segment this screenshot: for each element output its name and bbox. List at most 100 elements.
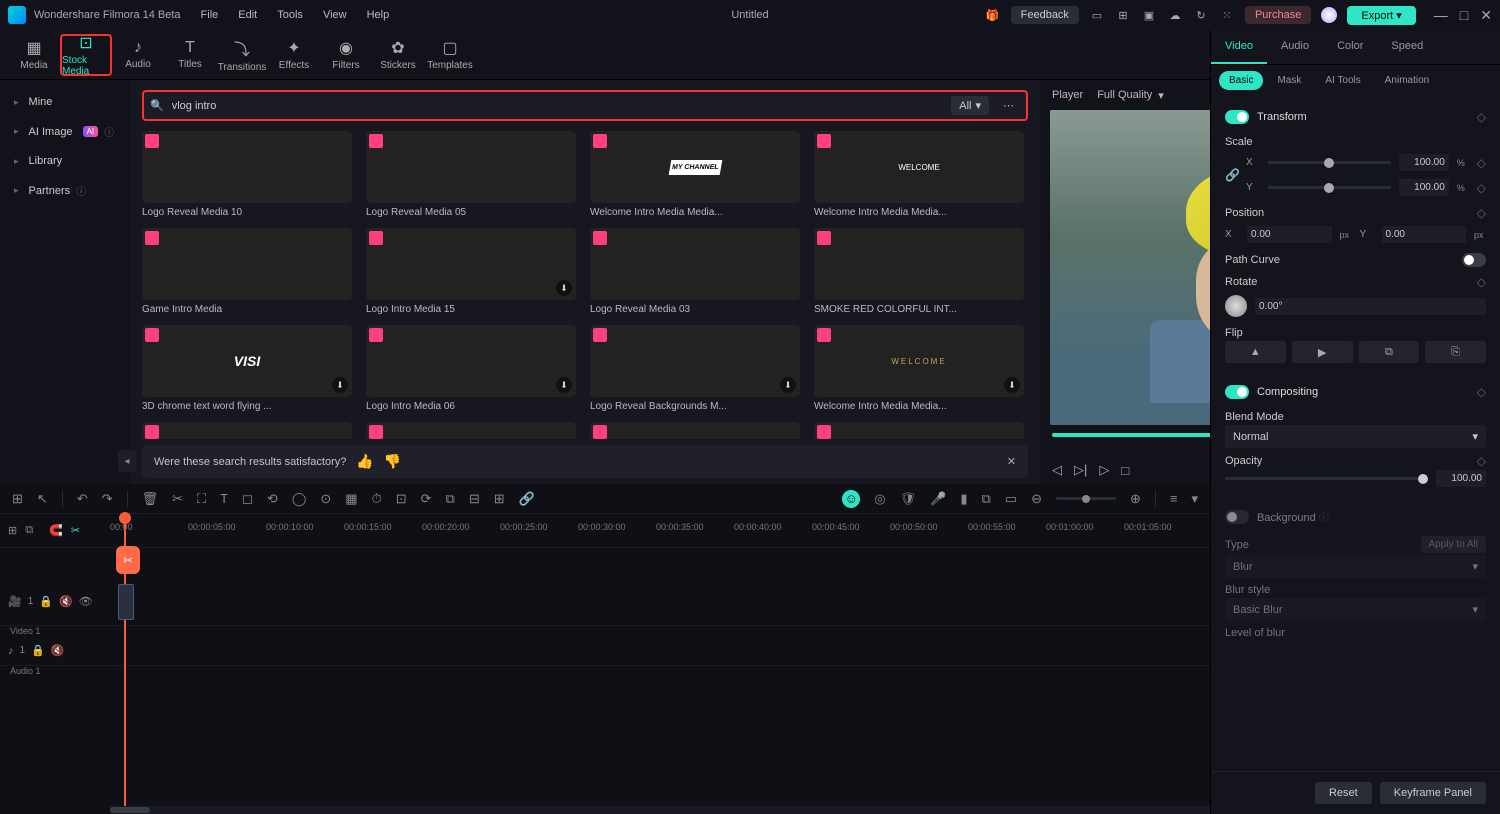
thumbs-down-icon[interactable]: 👎 — [384, 453, 401, 470]
apps-icon[interactable]: ⁙ — [1219, 7, 1235, 23]
tl-mic-icon[interactable]: 🎤 — [930, 491, 946, 507]
tl-face-icon[interactable]: ☺ — [842, 490, 860, 508]
tl-crop-icon[interactable]: ⛶ — [197, 491, 206, 507]
tl-delete-icon[interactable]: 🗑 — [142, 491, 159, 507]
media-thumbnail[interactable] — [366, 422, 576, 439]
export-button[interactable]: Export ▾ — [1347, 6, 1415, 25]
refresh-icon[interactable]: ↻ — [1193, 7, 1209, 23]
tl-compound-icon[interactable]: ⧉ — [25, 524, 33, 537]
media-thumbnail[interactable]: Game Intro Media — [142, 228, 352, 315]
download-icon[interactable]: ⬇ — [556, 377, 572, 393]
avatar[interactable] — [1321, 7, 1337, 23]
pos-x-value[interactable] — [1247, 226, 1332, 243]
download-icon[interactable]: ⬇ — [332, 377, 348, 393]
insp-tab-video[interactable]: Video — [1211, 30, 1267, 64]
keyframe-icon[interactable]: ◇ — [1477, 181, 1486, 195]
tl-group-icon[interactable]: ⧉ — [446, 491, 455, 507]
tl-pip-icon[interactable]: ▭ — [1005, 491, 1017, 507]
menu-edit[interactable]: Edit — [238, 9, 257, 21]
tl-text-icon[interactable]: T — [220, 491, 228, 506]
subtab-mask[interactable]: Mask — [1267, 71, 1311, 90]
blend-mode-select[interactable]: Normal▾ — [1225, 425, 1486, 448]
tab-media[interactable]: ▦Media — [8, 34, 60, 76]
tl-multi-icon[interactable]: ⊟ — [469, 491, 480, 507]
scale-y-slider[interactable] — [1268, 186, 1391, 189]
media-thumbnail[interactable] — [814, 422, 1024, 439]
media-thumbnail[interactable]: Logo Reveal Media 03 — [590, 228, 800, 315]
close-button[interactable]: ✕ — [1480, 7, 1492, 24]
prev-frame-button[interactable]: ◁ — [1052, 462, 1062, 478]
purchase-button[interactable]: Purchase — [1245, 6, 1311, 24]
link-scale-icon[interactable]: 🔗 — [1225, 168, 1240, 182]
opacity-value[interactable] — [1436, 470, 1486, 487]
keyframe-icon[interactable]: ◇ — [1477, 156, 1486, 170]
tl-zoom-slider[interactable] — [1056, 497, 1116, 500]
menu-file[interactable]: File — [201, 9, 219, 21]
background-toggle[interactable] — [1225, 510, 1249, 524]
flip-copy-button[interactable]: ⧉ — [1359, 341, 1420, 363]
scale-x-value[interactable] — [1399, 154, 1449, 171]
media-thumbnail[interactable]: ⬇Logo Reveal Backgrounds M... — [590, 325, 800, 412]
tl-shield-icon[interactable]: 🛡 — [900, 491, 917, 507]
ai-tool-badge[interactable]: ✂ — [116, 546, 140, 574]
tl-magnet-icon[interactable]: 🧲 — [49, 524, 63, 537]
tl-undo-icon[interactable]: ↶ — [77, 491, 88, 507]
tl-timer-icon[interactable]: ⏱ — [372, 491, 382, 507]
video-clip[interactable] — [118, 584, 134, 620]
media-thumbnail[interactable] — [142, 422, 352, 439]
menu-tools[interactable]: Tools — [277, 9, 303, 21]
insp-tab-speed[interactable]: Speed — [1377, 30, 1437, 64]
blur-style-select[interactable]: Basic Blur▾ — [1225, 598, 1486, 621]
mute-icon[interactable]: 🔇 — [59, 595, 73, 608]
menu-view[interactable]: View — [323, 9, 347, 21]
tl-redo-icon[interactable]: ↷ — [102, 491, 113, 507]
tl-speed-icon[interactable]: ⊙ — [320, 491, 331, 507]
media-thumbnail[interactable]: ⬇Logo Intro Media 06 — [366, 325, 576, 412]
apply-to-all-button[interactable]: Apply to All — [1421, 536, 1486, 553]
cloud-icon[interactable]: ☁ — [1167, 7, 1183, 23]
tl-track-add-icon[interactable]: ⊞ — [8, 524, 17, 537]
tl-chain-icon[interactable]: 🔗 — [519, 491, 535, 507]
rotate-dial[interactable] — [1225, 295, 1247, 317]
stop-button[interactable]: □ — [1121, 463, 1129, 478]
tl-rotate-icon[interactable]: ⟳ — [421, 491, 432, 507]
timeline-ruler[interactable]: 00:0000:00:05:0000:00:10:0000:00:15:0000… — [110, 514, 1210, 547]
thumbs-up-icon[interactable]: 👍 — [356, 453, 373, 470]
tl-link-icon[interactable]: ⟲ — [267, 491, 278, 507]
play-button[interactable]: ▷ — [1099, 462, 1109, 478]
tl-zoom-out-icon[interactable]: ⊖ — [1031, 491, 1042, 507]
compositing-toggle[interactable] — [1225, 385, 1249, 399]
tab-transitions[interactable]: ⤵Transitions — [216, 34, 268, 76]
reset-button[interactable]: Reset — [1315, 782, 1372, 804]
tl-list-icon[interactable]: ≡ — [1170, 491, 1178, 506]
tl-focus-icon[interactable]: ⊡ — [396, 491, 407, 507]
media-thumbnail[interactable]: Logo Reveal Media 05 — [366, 131, 576, 218]
scale-x-slider[interactable] — [1268, 161, 1391, 164]
download-icon[interactable]: ⬇ — [780, 377, 796, 393]
bg-type-select[interactable]: Blur▾ — [1225, 555, 1486, 578]
keyframe-panel-button[interactable]: Keyframe Panel — [1380, 782, 1486, 804]
step-forward-button[interactable]: ▷| — [1074, 462, 1087, 478]
media-thumbnail[interactable]: ⬇3D chrome text word flying ... — [142, 325, 352, 412]
sidebar-item-ai-image[interactable]: ▸AI ImageAIⓘ — [0, 116, 130, 147]
filter-dropdown[interactable]: All ▾ — [951, 96, 989, 115]
tl-ai-cut-icon[interactable]: ✂︎ — [71, 524, 80, 537]
tab-stock-media[interactable]: ⊡Stock Media — [60, 34, 112, 76]
gift-icon[interactable]: 🎁 — [985, 7, 1001, 23]
download-icon[interactable]: ⬇ — [556, 280, 572, 296]
audio-track-body[interactable] — [110, 636, 1210, 665]
tl-adjust-icon[interactable]: ▦ — [345, 491, 357, 507]
tl-chevron-icon[interactable]: ▾ — [1191, 491, 1198, 507]
media-thumbnail[interactable]: Logo Reveal Media 10 — [142, 131, 352, 218]
minimize-button[interactable]: — — [1434, 7, 1448, 24]
sidebar-item-library[interactable]: ▸Library — [0, 147, 130, 175]
tl-target-icon[interactable]: ◎ — [874, 491, 885, 507]
timeline-scrollbar[interactable] — [110, 806, 1210, 814]
media-thumbnail[interactable]: ⬇Welcome Intro Media Media... — [814, 325, 1024, 412]
media-thumbnail[interactable]: Welcome Intro Media Media... — [814, 131, 1024, 218]
collapse-sidebar-button[interactable]: ◂ — [118, 450, 136, 472]
keyframe-icon[interactable]: ◇ — [1477, 206, 1486, 220]
tab-templates[interactable]: ▢Templates — [424, 34, 476, 76]
lock-icon[interactable]: 🔒 — [39, 595, 53, 608]
rotate-value[interactable] — [1255, 298, 1486, 315]
